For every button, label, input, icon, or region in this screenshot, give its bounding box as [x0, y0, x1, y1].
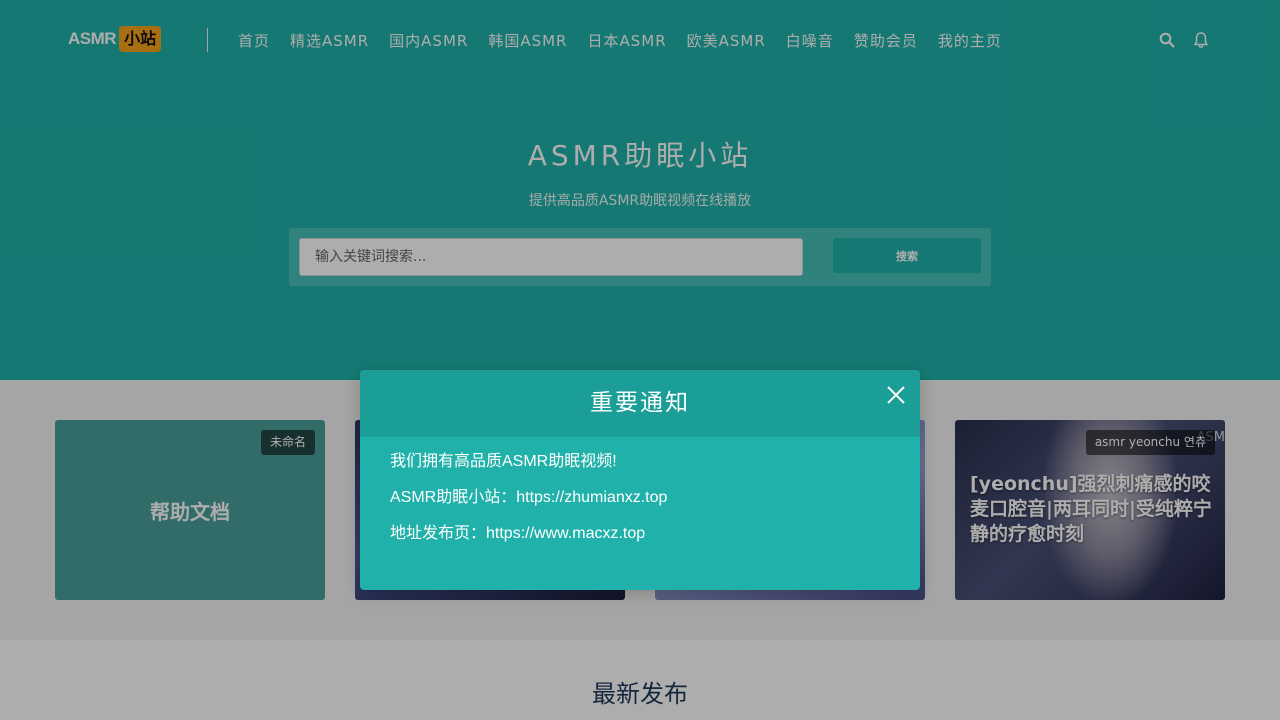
modal-line-release-link[interactable]: 地址发布页：https://www.macxz.top	[390, 524, 890, 544]
modal-body: 我们拥有高品质ASMR助眠视频! ASMR助眠小站：https://zhumia…	[390, 452, 890, 560]
close-icon[interactable]	[884, 383, 908, 407]
modal-line: 我们拥有高品质ASMR助眠视频!	[390, 453, 617, 470]
modal-overlay[interactable]	[0, 0, 1280, 720]
modal-line-site-link[interactable]: ASMR助眠小站：https://zhumianxz.top	[390, 488, 890, 508]
notice-modal: 重要通知 我们拥有高品质ASMR助眠视频! ASMR助眠小站：https://z…	[360, 370, 920, 590]
modal-title: 重要通知	[590, 390, 690, 416]
modal-header: 重要通知	[360, 370, 920, 437]
